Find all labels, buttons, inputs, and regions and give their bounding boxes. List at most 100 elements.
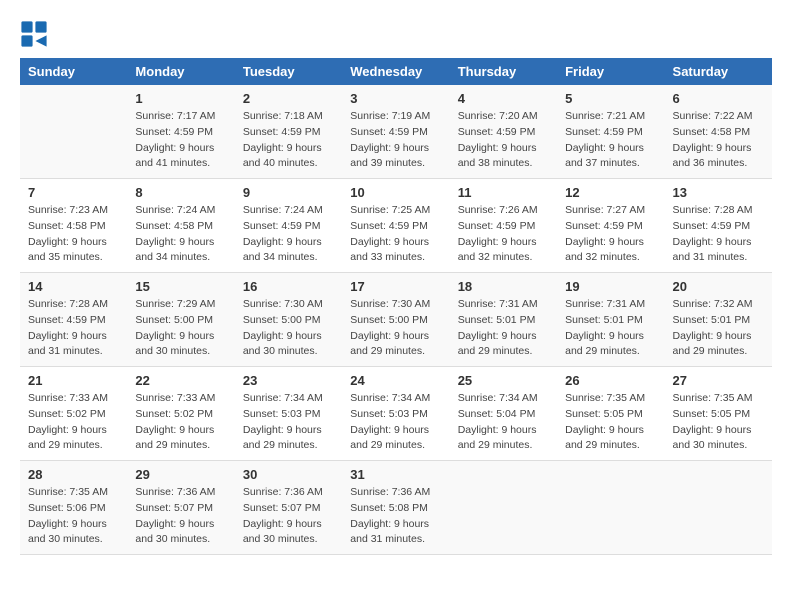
calendar-week-5: 28 Sunrise: 7:35 AMSunset: 5:06 PMDayligh…	[20, 461, 772, 555]
day-info: Sunrise: 7:30 AMSunset: 5:00 PMDaylight:…	[243, 297, 334, 360]
calendar-cell: 23 Sunrise: 7:34 AMSunset: 5:03 PMDayligh…	[235, 367, 342, 461]
day-info: Sunrise: 7:31 AMSunset: 5:01 PMDaylight:…	[458, 297, 549, 360]
calendar-cell: 4 Sunrise: 7:20 AMSunset: 4:59 PMDaylight…	[450, 85, 557, 179]
calendar-week-3: 14Sunrise: 7:28 AMSunset: 4:59 PMDayligh…	[20, 273, 772, 367]
day-number: 23	[243, 373, 334, 388]
day-number: 15	[135, 279, 226, 294]
calendar-cell: 19 Sunrise: 7:31 AMSunset: 5:01 PMDayligh…	[557, 273, 664, 367]
day-info: Sunrise: 7:20 AMSunset: 4:59 PMDaylight:…	[458, 109, 549, 172]
day-number: 19	[565, 279, 656, 294]
calendar-body: 1 Sunrise: 7:17 AMSunset: 4:59 PMDaylight…	[20, 85, 772, 555]
day-info: Sunrise: 7:35 AMSunset: 5:05 PMDaylight:…	[565, 391, 656, 454]
calendar-cell	[450, 461, 557, 555]
calendar-cell: 14Sunrise: 7:28 AMSunset: 4:59 PMDayligh…	[20, 273, 127, 367]
calendar-cell: 20 Sunrise: 7:32 AMSunset: 5:01 PMDayligh…	[665, 273, 772, 367]
calendar-cell	[20, 85, 127, 179]
col-header-tuesday: Tuesday	[235, 58, 342, 85]
day-number: 18	[458, 279, 549, 294]
calendar-week-2: 7 Sunrise: 7:23 AMSunset: 4:58 PMDaylight…	[20, 179, 772, 273]
calendar-table: SundayMondayTuesdayWednesdayThursdayFrid…	[20, 58, 772, 555]
day-number: 1	[135, 91, 226, 106]
page-header	[20, 20, 772, 48]
col-header-thursday: Thursday	[450, 58, 557, 85]
day-number: 9	[243, 185, 334, 200]
day-number: 12	[565, 185, 656, 200]
day-number: 24	[350, 373, 441, 388]
day-info: Sunrise: 7:36 AMSunset: 5:08 PMDaylight:…	[350, 485, 441, 548]
day-info: Sunrise: 7:21 AMSunset: 4:59 PMDaylight:…	[565, 109, 656, 172]
calendar-cell: 29Sunrise: 7:36 AMSunset: 5:07 PMDayligh…	[127, 461, 234, 555]
day-info: Sunrise: 7:36 AMSunset: 5:07 PMDaylight:…	[243, 485, 334, 548]
day-info: Sunrise: 7:28 AMSunset: 4:59 PMDaylight:…	[28, 297, 119, 360]
day-number: 20	[673, 279, 764, 294]
day-number: 29	[135, 467, 226, 482]
day-number: 21	[28, 373, 119, 388]
day-number: 7	[28, 185, 119, 200]
day-info: Sunrise: 7:25 AMSunset: 4:59 PMDaylight:…	[350, 203, 441, 266]
day-info: Sunrise: 7:28 AMSunset: 4:59 PMDaylight:…	[673, 203, 764, 266]
calendar-cell: 21 Sunrise: 7:33 AMSunset: 5:02 PMDayligh…	[20, 367, 127, 461]
calendar-cell: 17 Sunrise: 7:30 AMSunset: 5:00 PMDayligh…	[342, 273, 449, 367]
calendar-cell: 11Sunrise: 7:26 AMSunset: 4:59 PMDayligh…	[450, 179, 557, 273]
calendar-cell: 24 Sunrise: 7:34 AMSunset: 5:03 PMDayligh…	[342, 367, 449, 461]
day-number: 16	[243, 279, 334, 294]
col-header-friday: Friday	[557, 58, 664, 85]
day-info: Sunrise: 7:34 AMSunset: 5:03 PMDaylight:…	[243, 391, 334, 454]
day-info: Sunrise: 7:29 AMSunset: 5:00 PMDaylight:…	[135, 297, 226, 360]
col-header-wednesday: Wednesday	[342, 58, 449, 85]
calendar-cell: 7 Sunrise: 7:23 AMSunset: 4:58 PMDaylight…	[20, 179, 127, 273]
calendar-cell: 12 Sunrise: 7:27 AMSunset: 4:59 PMDayligh…	[557, 179, 664, 273]
day-info: Sunrise: 7:35 AMSunset: 5:05 PMDaylight:…	[673, 391, 764, 454]
col-header-saturday: Saturday	[665, 58, 772, 85]
calendar-cell: 13 Sunrise: 7:28 AMSunset: 4:59 PMDayligh…	[665, 179, 772, 273]
day-info: Sunrise: 7:31 AMSunset: 5:01 PMDaylight:…	[565, 297, 656, 360]
day-number: 6	[673, 91, 764, 106]
calendar-cell: 8 Sunrise: 7:24 AMSunset: 4:58 PMDaylight…	[127, 179, 234, 273]
logo-icon	[20, 20, 48, 48]
calendar-cell: 9Sunrise: 7:24 AMSunset: 4:59 PMDaylight…	[235, 179, 342, 273]
day-number: 27	[673, 373, 764, 388]
calendar-cell: 2Sunrise: 7:18 AMSunset: 4:59 PMDaylight…	[235, 85, 342, 179]
calendar-cell: 5 Sunrise: 7:21 AMSunset: 4:59 PMDaylight…	[557, 85, 664, 179]
day-number: 17	[350, 279, 441, 294]
calendar-cell: 15 Sunrise: 7:29 AMSunset: 5:00 PMDayligh…	[127, 273, 234, 367]
day-info: Sunrise: 7:19 AMSunset: 4:59 PMDaylight:…	[350, 109, 441, 172]
day-info: Sunrise: 7:23 AMSunset: 4:58 PMDaylight:…	[28, 203, 119, 266]
day-info: Sunrise: 7:26 AMSunset: 4:59 PMDaylight:…	[458, 203, 549, 266]
day-info: Sunrise: 7:27 AMSunset: 4:59 PMDaylight:…	[565, 203, 656, 266]
calendar-cell: 28 Sunrise: 7:35 AMSunset: 5:06 PMDayligh…	[20, 461, 127, 555]
day-info: Sunrise: 7:33 AMSunset: 5:02 PMDaylight:…	[28, 391, 119, 454]
day-info: Sunrise: 7:34 AMSunset: 5:04 PMDaylight:…	[458, 391, 549, 454]
day-number: 10	[350, 185, 441, 200]
logo	[20, 20, 50, 48]
calendar-cell: 3Sunrise: 7:19 AMSunset: 4:59 PMDaylight…	[342, 85, 449, 179]
day-number: 22	[135, 373, 226, 388]
day-info: Sunrise: 7:33 AMSunset: 5:02 PMDaylight:…	[135, 391, 226, 454]
calendar-header-row: SundayMondayTuesdayWednesdayThursdayFrid…	[20, 58, 772, 85]
day-number: 28	[28, 467, 119, 482]
calendar-week-1: 1 Sunrise: 7:17 AMSunset: 4:59 PMDaylight…	[20, 85, 772, 179]
day-info: Sunrise: 7:30 AMSunset: 5:00 PMDaylight:…	[350, 297, 441, 360]
col-header-sunday: Sunday	[20, 58, 127, 85]
calendar-cell	[665, 461, 772, 555]
day-number: 4	[458, 91, 549, 106]
day-number: 31	[350, 467, 441, 482]
calendar-cell: 10 Sunrise: 7:25 AMSunset: 4:59 PMDayligh…	[342, 179, 449, 273]
day-number: 8	[135, 185, 226, 200]
day-info: Sunrise: 7:35 AMSunset: 5:06 PMDaylight:…	[28, 485, 119, 548]
day-info: Sunrise: 7:34 AMSunset: 5:03 PMDaylight:…	[350, 391, 441, 454]
day-info: Sunrise: 7:17 AMSunset: 4:59 PMDaylight:…	[135, 109, 226, 172]
day-number: 26	[565, 373, 656, 388]
day-number: 5	[565, 91, 656, 106]
day-number: 13	[673, 185, 764, 200]
day-info: Sunrise: 7:32 AMSunset: 5:01 PMDaylight:…	[673, 297, 764, 360]
calendar-cell: 16 Sunrise: 7:30 AMSunset: 5:00 PMDayligh…	[235, 273, 342, 367]
calendar-cell: 1 Sunrise: 7:17 AMSunset: 4:59 PMDaylight…	[127, 85, 234, 179]
calendar-cell	[557, 461, 664, 555]
day-info: Sunrise: 7:24 AMSunset: 4:58 PMDaylight:…	[135, 203, 226, 266]
calendar-cell: 22 Sunrise: 7:33 AMSunset: 5:02 PMDayligh…	[127, 367, 234, 461]
col-header-monday: Monday	[127, 58, 234, 85]
day-number: 30	[243, 467, 334, 482]
day-number: 25	[458, 373, 549, 388]
calendar-cell: 31 Sunrise: 7:36 AMSunset: 5:08 PMDayligh…	[342, 461, 449, 555]
